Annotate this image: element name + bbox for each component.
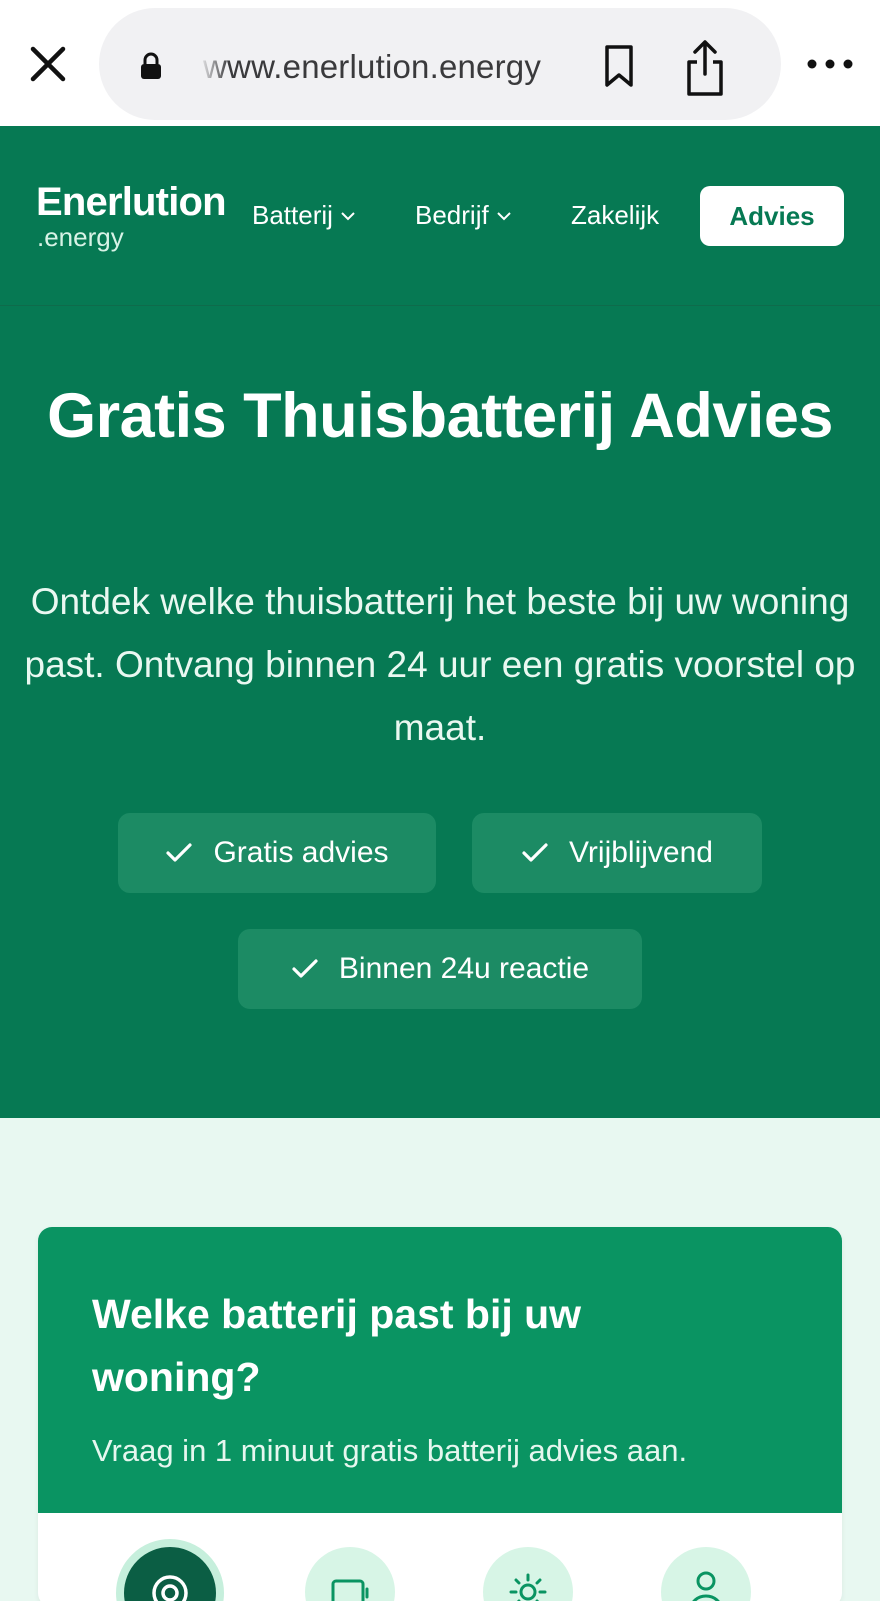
share-icon[interactable] xyxy=(683,38,727,98)
step-battery[interactable] xyxy=(305,1547,395,1601)
badge-label: Binnen 24u reactie xyxy=(338,952,590,985)
nav-label: Bedrijf xyxy=(415,200,489,230)
bookmark-icon[interactable] xyxy=(599,44,639,88)
step-user[interactable] xyxy=(661,1547,751,1601)
url-text: www.enerlution.energy xyxy=(203,48,542,85)
card-subtitle: Vraag in 1 minuut gratis batterij advies… xyxy=(92,1433,688,1468)
nav-item-zakelijk[interactable]: Zakelijk xyxy=(571,200,659,231)
nav-label: Batterij xyxy=(252,200,333,230)
advies-button[interactable]: Advies xyxy=(700,186,844,246)
battery-icon xyxy=(331,1579,369,1601)
nav-label: Zakelijk xyxy=(571,200,660,230)
lock-icon xyxy=(141,52,161,79)
chevron-down-icon xyxy=(341,211,355,220)
sun-icon xyxy=(509,1573,547,1601)
check-icon xyxy=(522,843,548,862)
badge-label: Gratis advies xyxy=(213,836,389,869)
badge-binnen-24u: Binnen 24u reactie xyxy=(238,929,642,1009)
hero-title: Gratis Thuisbatterij Advies xyxy=(47,381,833,451)
step-sun[interactable] xyxy=(483,1547,573,1601)
more-icon[interactable] xyxy=(804,50,856,78)
site-header: Enerlution .energy Batterij Bedrijf Zake… xyxy=(0,126,880,306)
advice-form-card: Welke batterij past bij uw woning? Vraag… xyxy=(38,1227,842,1601)
close-icon[interactable] xyxy=(22,38,74,90)
logo-subtitle: .energy xyxy=(37,222,124,252)
hero-section: Gratis Thuisbatterij Advies Ontdek welke… xyxy=(0,306,880,1118)
card-header: Welke batterij past bij uw woning? Vraag… xyxy=(38,1227,842,1513)
nav-item-bedrijf[interactable]: Bedrijf xyxy=(415,200,511,231)
check-icon xyxy=(292,959,318,978)
check-icon xyxy=(166,843,193,862)
target-icon xyxy=(152,1575,188,1601)
card-title: Welke batterij past bij uw woning? xyxy=(92,1291,582,1400)
chevron-down-icon xyxy=(496,211,511,220)
user-icon xyxy=(692,1571,720,1601)
url-fade xyxy=(199,42,229,90)
logo-title[interactable]: Enerlution xyxy=(36,180,227,225)
nav-item-batterij[interactable]: Batterij xyxy=(252,200,355,231)
badge-vrijblijvend: Vrijblijvend xyxy=(472,813,762,893)
address-bar[interactable]: www.enerlution.energy xyxy=(99,8,781,120)
step-target[interactable] xyxy=(116,1539,224,1601)
hero-subtitle: Ontdek welke thuisbatterij het beste bij… xyxy=(24,581,856,748)
browser-toolbar: www.enerlution.energy xyxy=(0,0,880,126)
badge-label: Vrijblijvend xyxy=(569,836,713,869)
badge-gratis-advies: Gratis advies xyxy=(118,813,436,893)
